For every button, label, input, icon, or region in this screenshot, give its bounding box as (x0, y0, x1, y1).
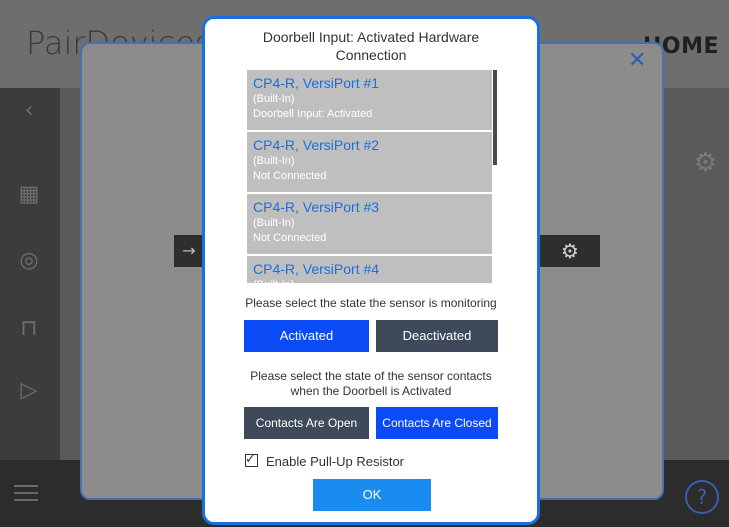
close-icon[interactable]: ✕ (628, 48, 646, 73)
port-name: CP4-R, VersiPort #3 (253, 199, 380, 215)
port-type: (Built-In) (253, 155, 295, 167)
deactivated-button[interactable]: Deactivated (376, 320, 498, 352)
port-item[interactable]: CP4-R, VersiPort #2 (Built-In) Not Conne… (247, 132, 492, 192)
port-item[interactable]: CP4-R, VersiPort #1 (Built-In) Doorbell … (247, 70, 492, 130)
port-type: (Built-In) (253, 93, 295, 105)
help-icon[interactable]: ? (685, 480, 719, 514)
grid-icon[interactable]: ▦ (14, 180, 44, 210)
port-status: Not Connected (253, 232, 327, 244)
gate-icon[interactable]: ⊓ (14, 314, 44, 344)
settings-gear-icon[interactable]: ⚙ (694, 148, 717, 178)
ok-button[interactable]: OK (313, 479, 431, 511)
dialog-title-line: Doorbell Input: Activated Hardware Conne… (262, 29, 480, 63)
activated-button[interactable]: Activated (244, 320, 369, 352)
port-type: (Built-In) (253, 217, 295, 229)
port-name: CP4-R, VersiPort #1 (253, 75, 380, 91)
port-list[interactable]: CP4-R, VersiPort #1 (Built-In) Doorbell … (247, 70, 498, 283)
port-name: CP4-R, VersiPort #4 (253, 261, 380, 277)
back-icon[interactable]: ‹ (14, 96, 44, 126)
contacts-closed-button[interactable]: Contacts Are Closed (376, 407, 498, 439)
port-list-scrollbar[interactable] (493, 70, 497, 165)
port-status: Doorbell Input: Activated (253, 108, 373, 120)
device-icon[interactable]: ◎ (14, 246, 44, 276)
media-icon[interactable]: ▷ (14, 376, 44, 406)
pullup-label: Enable Pull-Up Resistor (266, 454, 405, 469)
hardware-connection-dialog: Doorbell Input: Activated Hardware Conne… (202, 16, 540, 525)
port-status: Not Connected (253, 170, 327, 182)
contacts-prompt-line1: Please select the state of the sensor co… (250, 369, 492, 383)
menu-icon[interactable] (14, 485, 38, 506)
dialog-title: Doorbell Input: Activated Hardware Conne… (205, 28, 537, 64)
checkmark-icon: ✓ (245, 451, 256, 466)
port-type: (Built-In) (253, 278, 486, 283)
app-sidebar: ‹ ▦ ◎ ⊓ ▷ (0, 88, 60, 460)
pullup-checkbox[interactable]: ✓ (245, 451, 258, 467)
port-item[interactable]: CP4-R, VersiPort #3 (Built-In) Not Conne… (247, 194, 492, 254)
sensor-state-prompt: Please select the state the sensor is mo… (245, 296, 497, 310)
port-name: CP4-R, VersiPort #2 (253, 137, 380, 153)
contacts-open-button[interactable]: Contacts Are Open (244, 407, 369, 439)
port-item[interactable]: CP4-R, VersiPort #4 (Built-In) (247, 256, 492, 283)
gear-icon[interactable]: ⚙ (540, 235, 600, 267)
pullup-checkbox-row[interactable]: ✓ Enable Pull-Up Resistor (245, 451, 405, 471)
contacts-prompt-line2: when the Doorbell is Activated (290, 384, 452, 398)
arrow-right-icon[interactable]: → (174, 235, 204, 267)
